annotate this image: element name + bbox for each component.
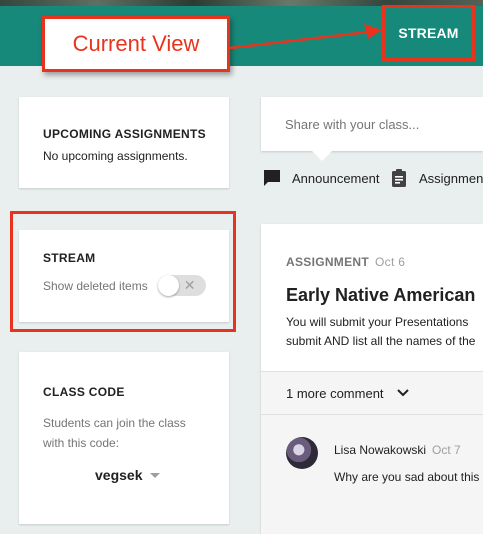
upcoming-title: UPCOMING ASSIGNMENTS	[43, 127, 206, 141]
post-title[interactable]: Early Native American	[286, 285, 475, 306]
class-code-value: vegsek	[95, 467, 143, 483]
avatar	[286, 437, 318, 469]
class-code-row[interactable]: vegsek	[43, 467, 229, 483]
assignment-post-card: ASSIGNMENT Oct 6 Early Native American Yo…	[261, 224, 483, 534]
share-input[interactable]: Share with your class...	[261, 97, 483, 151]
callout-label: Current View	[72, 31, 200, 56]
post-body: You will submit your Presentations submi…	[286, 313, 483, 351]
tab-stream[interactable]: STREAM	[382, 5, 475, 61]
post-body-line: submit AND list all the names of the	[286, 334, 476, 348]
comment-date: Oct 7	[432, 443, 461, 457]
share-notch	[312, 151, 332, 161]
announcement-button[interactable]: Announcement	[262, 168, 379, 188]
current-view-callout: Current View	[42, 16, 230, 72]
post-body-line: You will submit your Presentations	[286, 315, 469, 329]
upcoming-assignments-card: UPCOMING ASSIGNMENTS No upcoming assignm…	[19, 97, 229, 188]
class-code-card: CLASS CODE Students can join the class w…	[19, 352, 229, 524]
more-comments-toggle[interactable]: 1 more comment	[261, 372, 483, 414]
upcoming-message: No upcoming assignments.	[43, 149, 188, 163]
stream-highlight-box	[10, 211, 236, 332]
assignment-clipboard-icon	[392, 169, 406, 187]
assignment-label: Assignment	[419, 170, 483, 186]
comment-item: Lisa Nowakowski Oct 7 Why are you sad abo…	[261, 415, 483, 534]
comment-author: Lisa Nowakowski	[334, 443, 427, 457]
chevron-down-icon	[396, 389, 409, 397]
more-comments-label: 1 more comment	[286, 385, 384, 401]
comment-text: Why are you sad about this	[334, 470, 480, 484]
caret-down-icon[interactable]	[150, 472, 161, 478]
class-code-title: CLASS CODE	[43, 385, 125, 399]
post-meta: ASSIGNMENT Oct 6	[286, 255, 405, 269]
tab-stream-label: STREAM	[398, 25, 459, 41]
post-type: ASSIGNMENT	[286, 255, 370, 269]
post-date: Oct 6	[375, 255, 406, 269]
announcement-label: Announcement	[292, 170, 380, 186]
class-code-description: Students can join the class with this co…	[43, 416, 186, 450]
announcement-icon	[264, 170, 280, 186]
share-placeholder: Share with your class...	[285, 117, 420, 132]
assignment-button[interactable]: Assignment	[389, 168, 483, 188]
callout-arrow-icon	[229, 24, 382, 50]
comment-author-line: Lisa Nowakowski Oct 7	[334, 443, 461, 457]
